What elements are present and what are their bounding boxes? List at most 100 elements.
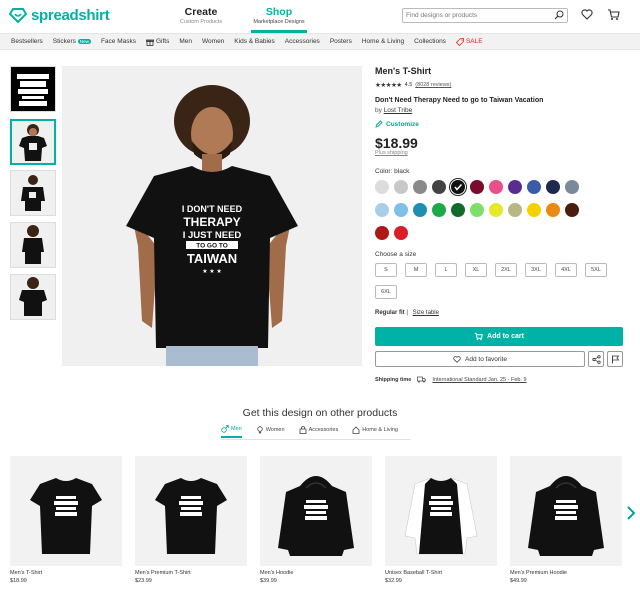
category-collections[interactable]: Collections <box>414 38 446 45</box>
category-accessories[interactable]: Accessories <box>285 38 320 45</box>
size-button-5xl[interactable]: 5XL <box>585 263 607 277</box>
color-swatch[interactable] <box>432 180 446 194</box>
size-button-l[interactable]: L <box>435 263 457 277</box>
product-card-name: Men's Hoodie <box>260 570 294 576</box>
color-swatch[interactable] <box>413 203 427 217</box>
product-card-image <box>260 456 372 566</box>
tab-home-living[interactable]: Home & Living <box>352 425 398 438</box>
create-nav[interactable]: Create Custom Products <box>178 6 224 25</box>
by-label: by <box>375 107 382 114</box>
color-swatch[interactable] <box>546 203 560 217</box>
color-swatch[interactable] <box>394 180 408 194</box>
color-swatch[interactable] <box>527 180 541 194</box>
add-to-favorites-button[interactable]: Add to favorite <box>375 351 585 367</box>
color-swatch[interactable] <box>565 180 579 194</box>
category-sale[interactable]: SALE <box>455 37 483 46</box>
cart-icon[interactable] <box>607 8 620 21</box>
color-swatch[interactable] <box>508 180 522 194</box>
color-swatch[interactable] <box>565 203 579 217</box>
product-card[interactable]: Men's Premium T-Shirt $23.99 <box>135 456 247 584</box>
new-badge: New <box>77 39 91 44</box>
tab-men[interactable]: Men <box>221 425 242 438</box>
fit-label: Regular fit <box>375 310 405 316</box>
color-swatch[interactable] <box>470 180 484 194</box>
product-card[interactable]: Men's Premium Hoodie $49.99 <box>510 456 622 584</box>
color-swatch[interactable] <box>489 180 503 194</box>
thumbnail-side[interactable] <box>10 170 56 216</box>
logo[interactable]: spreadshirt <box>9 7 110 24</box>
color-swatch[interactable] <box>375 180 389 194</box>
color-swatch[interactable] <box>432 203 446 217</box>
color-swatch[interactable] <box>375 226 389 240</box>
color-swatch[interactable] <box>451 180 465 194</box>
category-women[interactable]: Women <box>202 38 224 45</box>
color-swatch[interactable] <box>508 203 522 217</box>
category-label: Home & Living <box>361 38 405 45</box>
color-swatch[interactable] <box>489 203 503 217</box>
size-button-4xl[interactable]: 4XL <box>555 263 577 277</box>
svg-text:★ ★ ★: ★ ★ ★ <box>202 268 221 275</box>
designer-link[interactable]: Lost Tribe <box>384 107 413 114</box>
size-button-m[interactable]: M <box>405 263 427 277</box>
category-stickers[interactable]: Stickers New <box>53 38 91 45</box>
add-to-cart-button[interactable]: Add to cart <box>375 327 623 346</box>
tag-icon <box>455 37 464 46</box>
product-card-name: Unisex Baseball T-Shirt <box>385 570 443 576</box>
share-button[interactable] <box>588 351 604 367</box>
product-main-image[interactable]: I DON'T NEED THERAPY I JUST NEED TO GO T… <box>62 66 362 366</box>
chevron-right-icon[interactable] <box>626 505 636 521</box>
category-bestsellers[interactable]: Bestsellers <box>11 38 43 45</box>
product-card[interactable]: Men's T-Shirt $18.99 <box>10 456 122 584</box>
product-card[interactable]: Men's Hoodie $39.99 <box>260 456 372 584</box>
color-swatch[interactable] <box>394 203 408 217</box>
category-posters[interactable]: Posters <box>330 38 352 45</box>
size-button-3xl[interactable]: 3XL <box>525 263 547 277</box>
plus-shipping-link[interactable]: Plus shipping <box>375 150 408 156</box>
search-icon[interactable] <box>554 10 564 20</box>
category-gifts[interactable]: Gifts <box>146 38 169 46</box>
thumbnail-front[interactable] <box>10 119 56 165</box>
report-button[interactable] <box>607 351 623 367</box>
shop-nav[interactable]: Shop Marketplace Designs <box>251 6 307 25</box>
size-button-xl[interactable]: XL <box>465 263 487 277</box>
other-products-tabs: Men Women Accessories Home & Living <box>221 425 398 438</box>
cart-icon <box>474 332 483 341</box>
color-swatch[interactable] <box>451 203 465 217</box>
tab-label: Accessories <box>308 427 339 433</box>
product-card-price: $18.99 <box>10 578 27 584</box>
product-card-image <box>10 456 122 566</box>
search-input[interactable] <box>406 10 552 21</box>
tab-women[interactable]: Women <box>256 425 285 438</box>
category-face-masks[interactable]: Face Masks <box>101 38 136 45</box>
color-swatch[interactable] <box>394 226 408 240</box>
color-swatch[interactable] <box>375 203 389 217</box>
size-button-2xl[interactable]: 2XL <box>495 263 517 277</box>
product-card-price: $39.99 <box>260 578 277 584</box>
category-kids-babies[interactable]: Kids & Babies <box>234 38 274 45</box>
customize-link[interactable]: Customize <box>375 120 625 128</box>
size-button-s[interactable]: S <box>375 263 397 277</box>
separator: | <box>406 310 408 316</box>
color-swatch[interactable] <box>413 180 427 194</box>
product-card[interactable]: Unisex Baseball T-Shirt $32.99 <box>385 456 497 584</box>
size-button-6xl[interactable]: 6XL <box>375 285 397 299</box>
search-box <box>402 8 568 23</box>
favorites-heart-icon[interactable] <box>581 9 593 20</box>
color-swatch[interactable] <box>546 180 560 194</box>
thumbnail-back[interactable] <box>10 274 56 320</box>
category-men[interactable]: Men <box>179 38 192 45</box>
tab-accessories[interactable]: Accessories <box>299 425 339 438</box>
print-text: TO GO TO <box>196 243 228 250</box>
thumbnail-design[interactable] <box>10 66 56 112</box>
category-label: Accessories <box>284 38 320 45</box>
color-swatch[interactable] <box>527 203 541 217</box>
tabs-divider <box>221 439 411 440</box>
shipping-value[interactable]: International Standard Jan. 25 - Feb. 9 <box>432 377 526 383</box>
thumbnail-back-side[interactable] <box>10 222 56 268</box>
color-swatch[interactable] <box>470 203 484 217</box>
reviews-link[interactable]: (8028 reviews) <box>415 82 451 88</box>
tab-label: Women <box>265 427 285 433</box>
category-home-living[interactable]: Home & Living <box>362 38 404 45</box>
create-title: Create <box>184 6 218 18</box>
size-table-link[interactable]: Size table <box>413 310 439 316</box>
